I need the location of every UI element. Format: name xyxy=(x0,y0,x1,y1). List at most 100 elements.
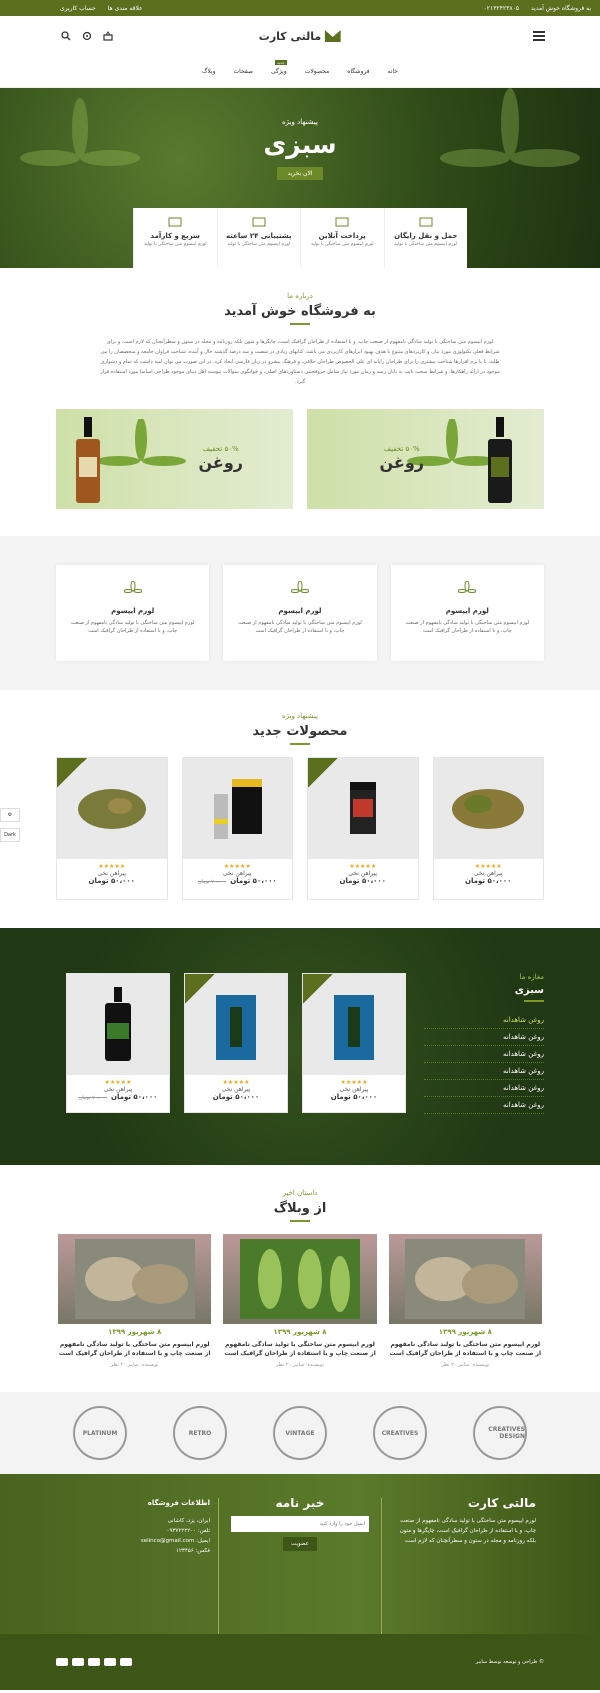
service-title: لورم ایپسوم xyxy=(445,607,489,615)
hero-banner: پیشنهاد ویژه سبزی الان بخرید حمل و نقل ر… xyxy=(0,88,600,268)
service-desc: لورم ایپسوم متن ساختگی با تولید سادگی نا… xyxy=(238,620,362,634)
sale-badge xyxy=(57,758,87,788)
services-section: لورم ایپسوم لورم ایپسوم متن ساختگی با تول… xyxy=(0,536,600,690)
rating-stars: ★★★★★ xyxy=(98,863,126,870)
service-title: لورم ایپسوم xyxy=(278,607,322,615)
blog-image[interactable] xyxy=(223,1234,377,1324)
brand-logo[interactable]: CREATIVES DESIGN xyxy=(473,1406,527,1460)
product-card[interactable]: ★★★★★ پیراهن نخی ۵۰،۰۰۰ تومان xyxy=(56,757,168,900)
service-card: لورم ایپسوم لورم ایپسوم متن ساختگی با تول… xyxy=(56,565,210,661)
new-products-section: پیشنهاد ویژه محصولات جدید ★★★★★ پیراهن نخ… xyxy=(0,690,600,928)
promo-banner[interactable]: ۵۰% تخفیف روغن xyxy=(56,409,293,509)
nav-item[interactable]: خانه xyxy=(388,68,398,75)
payment-icons xyxy=(56,1658,132,1666)
nav-item[interactable]: فروشگاه xyxy=(347,68,369,75)
feature-icon xyxy=(221,216,298,230)
rating-stars: ★★★★★ xyxy=(223,863,251,870)
product-image[interactable] xyxy=(303,974,405,1075)
shop-menu-item[interactable]: روغن شاهدانه xyxy=(424,1063,544,1080)
product-image[interactable] xyxy=(67,974,169,1075)
settings-toggle[interactable]: ⚙ xyxy=(0,808,20,822)
product-card[interactable]: ★★★★★ پیراهن نخی ۵۰،۰۰۰ تومان۷۰،۰۰۰ تومان xyxy=(181,757,293,900)
product-price: ۵۰،۰۰۰ تومان xyxy=(308,877,418,885)
product-image[interactable] xyxy=(308,758,418,859)
product-card[interactable]: ★★★★★ پیراهن نخی ۵۰،۰۰۰ تومان xyxy=(184,973,288,1113)
blog-image[interactable] xyxy=(388,1234,542,1324)
blog-post[interactable]: ۸ شهریور ۱۳۹۹ لورم ایپسوم متن ساختگی با ت… xyxy=(388,1234,542,1368)
blog-post[interactable]: ۸ شهریور ۱۳۹۹ لورم ایپسوم متن ساختگی با ت… xyxy=(223,1234,377,1368)
product-name[interactable]: پیراهن نخی xyxy=(67,1086,169,1093)
nav-item[interactable]: ویژگی جدید xyxy=(271,60,287,75)
basket-icon[interactable] xyxy=(102,30,114,42)
product-image[interactable] xyxy=(182,758,292,859)
blog-image[interactable] xyxy=(58,1234,212,1324)
wishlist-link[interactable]: علاقه مندی ها xyxy=(108,5,143,12)
brands-strip: CREATIVES DESIGN CREATIVES VINTAGE RETRO PLA… xyxy=(0,1392,600,1474)
brand-logo[interactable]: RETRO xyxy=(173,1406,227,1460)
hamburger-icon[interactable] xyxy=(533,30,545,42)
brand-logo[interactable]: CREATIVES xyxy=(373,1406,427,1460)
shop-menu-item[interactable]: روغن شاهدانه xyxy=(424,1046,544,1063)
footer-info-line: فکس: ۱۲۳۴۵۶ xyxy=(175,1548,210,1554)
price-current: ۵۰،۰۰۰ تومان xyxy=(111,1093,158,1101)
gear-icon[interactable] xyxy=(81,30,93,42)
leaf-icon xyxy=(66,580,199,601)
nav-item[interactable]: محصولات xyxy=(305,68,329,75)
blog-post[interactable]: ۸ شهریور ۱۳۹۹ لورم ایپسوم متن ساختگی با ت… xyxy=(58,1234,212,1368)
product-card[interactable]: ★★★★★ پیراهن نخی ۵۰،۰۰۰ تومان۷۰،۰۰۰ تومان xyxy=(66,973,170,1113)
newsletter-email-input[interactable] xyxy=(231,1516,369,1532)
footer-bottom: © طراحی و توسعه توسط سایبر xyxy=(0,1634,600,1690)
post-date: ۸ شهریور ۱۳۹۹ xyxy=(273,1328,327,1336)
main-nav: خانه فروشگاه محصولات ویژگی جدید صفحات وبلاگ xyxy=(0,56,600,88)
feature-item: پشتیبانی ۲۴ ساعته لورم ایپسوم متن ساختگی … xyxy=(216,208,301,268)
nav-item[interactable]: وبلاگ xyxy=(202,68,216,75)
new-products-kicker: پیشنهاد ویژه xyxy=(282,712,318,720)
site-header: مالتی کارت xyxy=(0,16,600,56)
welcome-text: به فروشگاه خوش آمدید xyxy=(531,4,591,12)
product-name[interactable]: پیراهن نخی xyxy=(434,870,544,877)
product-image[interactable] xyxy=(57,758,167,859)
about-kicker: درباره ما xyxy=(287,292,313,300)
brand-name: مالتی کارت xyxy=(258,29,322,43)
shop-menu-item[interactable]: روغن شاهدانه xyxy=(424,1080,544,1097)
phone-text[interactable]: ۰۲۱۳۲۴۲۳۸۰۵ xyxy=(484,5,519,12)
title-underline xyxy=(290,1220,310,1222)
oil-bottle-icon xyxy=(76,417,100,503)
post-title[interactable]: لورم ایپسوم متن ساختگی با تولید سادگی نا… xyxy=(389,1340,542,1358)
account-link[interactable]: حساب کاربری xyxy=(60,5,96,12)
price-old: ۷۰،۰۰۰ تومان xyxy=(197,879,227,885)
subscribe-button[interactable]: عضویت xyxy=(283,1537,317,1551)
logo[interactable]: مالتی کارت xyxy=(258,29,342,43)
product-price: ۵۰،۰۰۰ تومان xyxy=(57,877,167,885)
product-card[interactable]: ★★★★★ پیراهن نخی ۵۰،۰۰۰ تومان xyxy=(432,757,544,900)
product-name[interactable]: پیراهن نخی xyxy=(308,870,418,877)
product-card[interactable]: ★★★★★ پیراهن نخی ۵۰،۰۰۰ تومان xyxy=(302,973,406,1113)
shop-menu-item[interactable]: روغن شاهدانه xyxy=(424,1029,544,1046)
dark-mode-toggle[interactable]: Dark xyxy=(0,828,20,842)
brand-logo[interactable]: PLATINUM xyxy=(73,1406,127,1460)
nav-item[interactable]: صفحات xyxy=(234,68,253,75)
card-icon xyxy=(120,1658,132,1666)
amex-icon xyxy=(104,1658,116,1666)
feature-icon xyxy=(388,216,465,230)
shop-menu-item[interactable]: روغن شاهدانه xyxy=(424,1012,544,1029)
product-image[interactable] xyxy=(185,974,287,1075)
shop-menu-item[interactable]: روغن شاهدانه xyxy=(424,1097,544,1114)
product-name[interactable]: پیراهن نخی xyxy=(183,870,293,877)
shop-title: سبزی xyxy=(514,985,544,996)
brand-logo[interactable]: VINTAGE xyxy=(273,1406,327,1460)
post-date: ۸ شهریور ۱۳۹۹ xyxy=(108,1328,162,1336)
post-title[interactable]: لورم ایپسوم متن ساختگی با تولید سادگی نا… xyxy=(58,1340,211,1358)
product-card[interactable]: ★★★★★ پیراهن نخی ۵۰،۰۰۰ تومان xyxy=(307,757,419,900)
shop-now-button[interactable]: الان بخرید xyxy=(277,167,323,180)
product-name[interactable]: پیراهن نخی xyxy=(185,1086,287,1093)
product-image[interactable] xyxy=(433,758,543,859)
post-title[interactable]: لورم ایپسوم متن ساختگی با تولید سادگی نا… xyxy=(223,1340,376,1358)
product-name[interactable]: پیراهن نخی xyxy=(57,870,167,877)
footer-info-line: ایران، یزد، کاشانی xyxy=(167,1518,210,1524)
shop-section: ⚙ Dark مغازه ما سبزی روغن شاهدانه روغن شا… xyxy=(0,808,600,1165)
product-name[interactable]: پیراهن نخی xyxy=(303,1086,405,1093)
footer-info-title: اطلاعات فروشگاه xyxy=(147,1499,210,1507)
promo-banner[interactable]: ۵۰% تخفیف روغن xyxy=(307,409,544,509)
search-icon[interactable] xyxy=(60,30,72,42)
